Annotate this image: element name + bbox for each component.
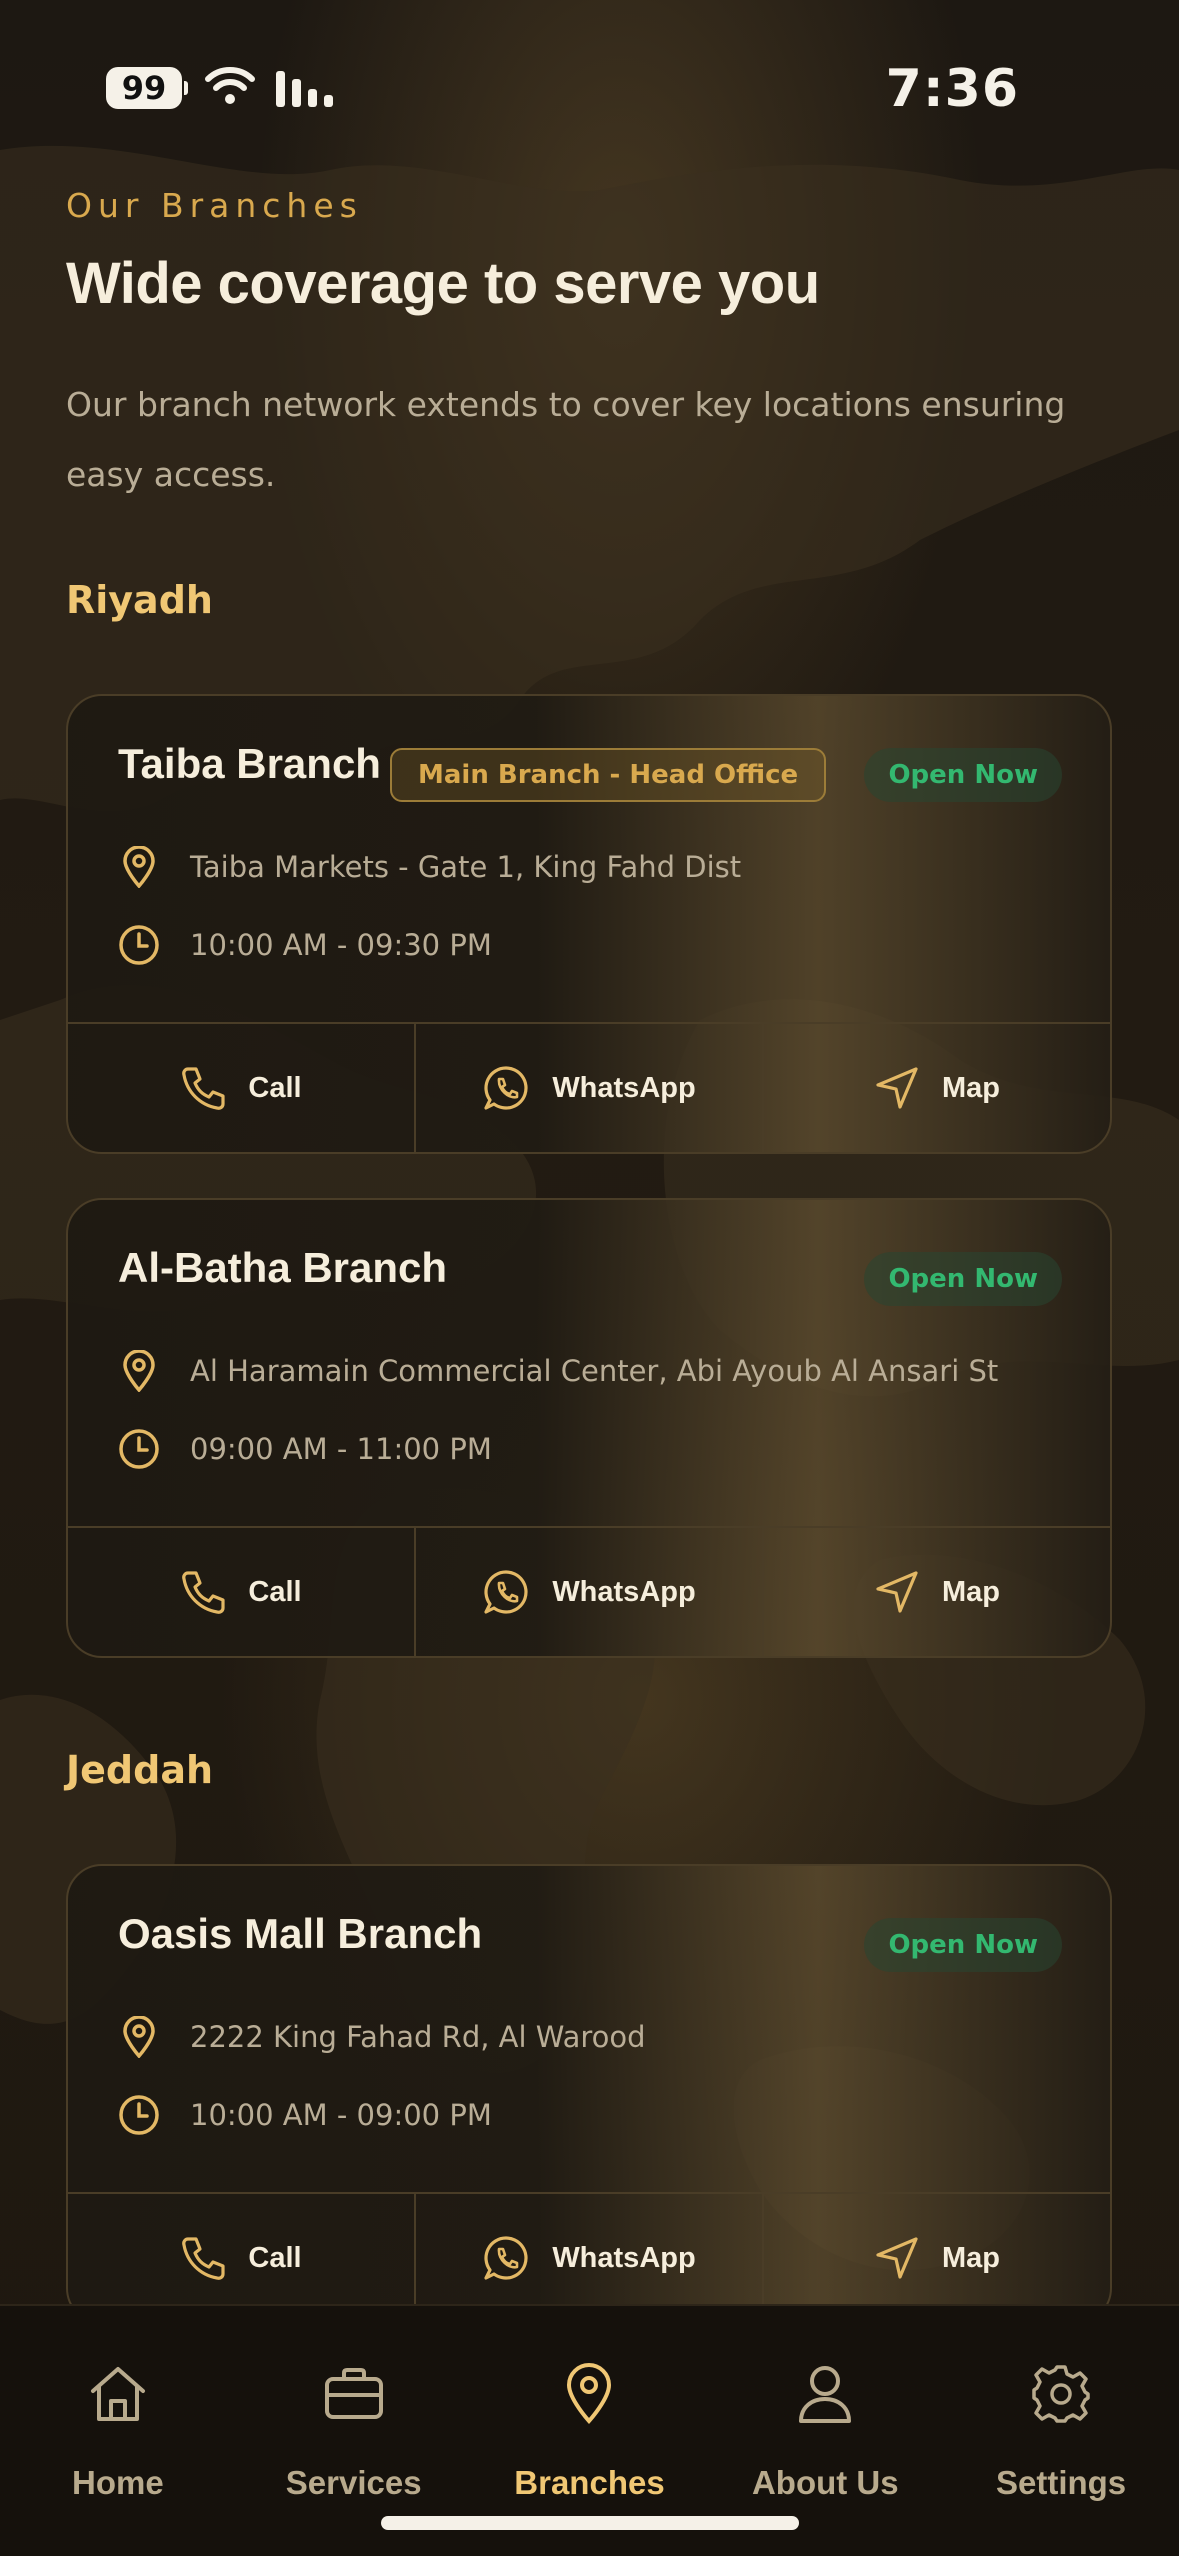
- branch-name: Al-Batha Branch: [118, 1244, 448, 1291]
- location-pin-icon: [118, 1350, 160, 1392]
- location-pin-icon: [118, 846, 160, 888]
- call-button[interactable]: Call: [68, 2194, 414, 2322]
- branch-card-oasis-mall: Oasis Mall Branch Open Now 2222 King Fah…: [66, 1864, 1112, 2324]
- branch-address: Taiba Markets - Gate 1, King Fahd Dist: [190, 850, 742, 884]
- page-title: Wide coverage to serve you: [66, 251, 820, 316]
- map-label: Map: [942, 2241, 1000, 2274]
- status-bar: 99 7:36: [0, 55, 1179, 125]
- whatsapp-button[interactable]: WhatsApp: [414, 1528, 762, 1656]
- location-pin-icon: [118, 2016, 160, 2058]
- whatsapp-label: WhatsApp: [552, 2241, 696, 2274]
- navigation-arrow-icon: [874, 1569, 920, 1615]
- whatsapp-icon: [482, 2234, 530, 2282]
- address-row: Taiba Markets - Gate 1, King Fahd Dist: [118, 842, 741, 892]
- gear-icon: [1030, 2362, 1092, 2426]
- whatsapp-icon: [482, 1064, 530, 1112]
- map-label: Map: [942, 1575, 1000, 1608]
- map-button[interactable]: Map: [762, 2194, 1110, 2322]
- tab-settings[interactable]: Settings: [943, 2306, 1179, 2556]
- wifi-icon: [204, 65, 256, 113]
- clock-icon: [118, 1428, 160, 1470]
- whatsapp-label: WhatsApp: [552, 1071, 696, 1104]
- whatsapp-label: WhatsApp: [552, 1575, 696, 1608]
- branch-card-al-batha: Al-Batha Branch Open Now Al Haramain Com…: [66, 1198, 1112, 1658]
- address-row: 2222 King Fahad Rd, Al Warood: [118, 2012, 646, 2062]
- whatsapp-button[interactable]: WhatsApp: [414, 1024, 762, 1152]
- call-label: Call: [248, 1071, 302, 1104]
- branch-address: Al Haramain Commercial Center, Abi Ayoub…: [190, 1354, 999, 1388]
- clock-icon: [118, 2094, 160, 2136]
- whatsapp-button[interactable]: WhatsApp: [414, 2194, 762, 2322]
- tab-label: Services: [285, 2464, 422, 2501]
- phone-icon: [180, 1569, 226, 1615]
- location-pin-icon: [564, 2362, 614, 2426]
- hours-row: 10:00 AM - 09:00 PM: [118, 2090, 492, 2140]
- branch-hours: 09:00 AM - 11:00 PM: [190, 1432, 492, 1466]
- branch-name: Oasis Mall Branch: [118, 1910, 483, 1957]
- open-status-badge: Open Now: [864, 748, 1062, 802]
- user-icon: [797, 2362, 853, 2426]
- branch-actions: Call WhatsApp Map: [68, 2192, 1110, 2322]
- phone-icon: [180, 1065, 226, 1111]
- home-icon: [87, 2362, 149, 2426]
- branch-hours: 10:00 AM - 09:00 PM: [190, 2098, 492, 2132]
- tab-label: About Us: [751, 2464, 899, 2501]
- call-label: Call: [248, 1575, 302, 1608]
- tab-label: Settings: [995, 2464, 1127, 2501]
- map-button[interactable]: Map: [762, 1528, 1110, 1656]
- hours-row: 10:00 AM - 09:30 PM: [118, 920, 492, 970]
- city-heading-jeddah: Jeddah: [66, 1748, 214, 1792]
- tab-label: Branches: [514, 2464, 665, 2501]
- call-button[interactable]: Call: [68, 1024, 414, 1152]
- branch-card-taiba: Taiba Branch Main Branch - Head Office O…: [66, 694, 1112, 1154]
- battery-indicator: 99: [106, 67, 188, 109]
- branch-name: Taiba Branch: [118, 740, 381, 787]
- city-heading-riyadh: Riyadh: [66, 578, 213, 622]
- navigation-arrow-icon: [874, 1065, 920, 1111]
- clock-icon: [118, 924, 160, 966]
- clock: 7:36: [885, 59, 1019, 119]
- branch-hours: 10:00 AM - 09:30 PM: [190, 928, 492, 962]
- open-status-badge: Open Now: [864, 1918, 1062, 1972]
- call-button[interactable]: Call: [68, 1528, 414, 1656]
- tab-label: Home: [72, 2464, 164, 2501]
- tab-home[interactable]: Home: [0, 2306, 236, 2556]
- hours-row: 09:00 AM - 11:00 PM: [118, 1424, 492, 1474]
- call-label: Call: [248, 2241, 302, 2274]
- map-label: Map: [942, 1071, 1000, 1104]
- head-office-badge: Main Branch - Head Office: [390, 748, 827, 802]
- open-status-badge: Open Now: [864, 1252, 1062, 1306]
- signal-icon: [274, 67, 336, 113]
- navigation-arrow-icon: [874, 2235, 920, 2281]
- branch-actions: Call WhatsApp Map: [68, 1022, 1110, 1152]
- section-eyebrow: Our Branches: [66, 186, 363, 225]
- page-description: Our branch network extends to cover key …: [66, 385, 1066, 494]
- map-button[interactable]: Map: [762, 1024, 1110, 1152]
- phone-icon: [180, 2235, 226, 2281]
- address-row: Al Haramain Commercial Center, Abi Ayoub…: [118, 1346, 998, 1396]
- briefcase-icon: [323, 2362, 385, 2426]
- home-indicator[interactable]: [381, 2516, 799, 2530]
- whatsapp-icon: [482, 1568, 530, 1616]
- branch-actions: Call WhatsApp Map: [68, 1526, 1110, 1656]
- branch-address: 2222 King Fahad Rd, Al Warood: [190, 2020, 646, 2054]
